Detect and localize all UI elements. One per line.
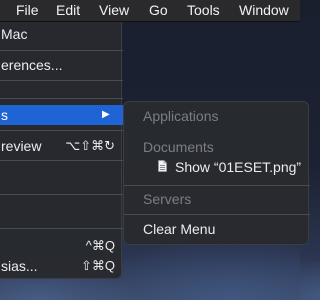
recent-items-label: s	[1, 107, 8, 123]
recent-items-submenu: Applications Documents Show “01ESET.png”…	[123, 101, 310, 245]
lock-screen-shortcut: ^⌘Q	[85, 238, 115, 253]
lock-screen-item[interactable]: ^⌘Q	[0, 236, 123, 256]
applications-header: Applications	[143, 108, 219, 124]
log-out-shortcut: ⇧⌘Q	[80, 258, 115, 273]
system-preferences-label: erences...	[1, 57, 63, 73]
servers-header: Servers	[143, 191, 192, 207]
documents-header: Documents	[143, 139, 214, 155]
menu-edit[interactable]: Edit	[56, 2, 80, 19]
menu-separator	[124, 185, 310, 186]
menu-go[interactable]: Go	[149, 2, 168, 19]
menu-window[interactable]: Window	[239, 2, 289, 19]
menu-separator	[0, 130, 123, 131]
recent-items-item[interactable]: s ▶	[0, 105, 123, 125]
menu-separator	[0, 98, 123, 99]
menu-separator	[0, 80, 123, 81]
log-out-item[interactable]: sias... ⇧⌘Q	[0, 256, 123, 276]
document-icon	[158, 160, 167, 172]
menu-separator	[0, 194, 123, 195]
menu-separator	[0, 228, 123, 229]
system-preferences-item[interactable]: erences...	[0, 55, 123, 75]
recent-document-label: Show “01ESET.png”	[175, 159, 302, 175]
menu-separator	[0, 160, 123, 161]
submenu-arrow-icon: ▶	[102, 109, 110, 120]
force-quit-preview-shortcut: ⌥⇧⌘↻	[65, 138, 115, 153]
menu-separator	[0, 50, 123, 51]
log-out-label: sias...	[1, 258, 38, 274]
menu-tools[interactable]: Tools	[187, 2, 220, 19]
menu-separator	[124, 214, 310, 215]
apple-menu-dropdown: Mac erences... s ▶ review ⌥⇧⌘↻ ^⌘Q sias.…	[0, 22, 123, 279]
menu-view[interactable]: View	[99, 2, 129, 19]
about-this-mac-label: Mac	[1, 26, 28, 42]
menu-file[interactable]: File	[16, 2, 39, 19]
menu-bar: File Edit View Go Tools Window	[0, 0, 300, 22]
clear-menu-item[interactable]: Clear Menu	[143, 219, 215, 239]
about-this-mac-item[interactable]: Mac	[0, 24, 123, 44]
force-quit-preview-label: review	[1, 138, 42, 154]
force-quit-preview-item[interactable]: review ⌥⇧⌘↻	[0, 136, 123, 156]
